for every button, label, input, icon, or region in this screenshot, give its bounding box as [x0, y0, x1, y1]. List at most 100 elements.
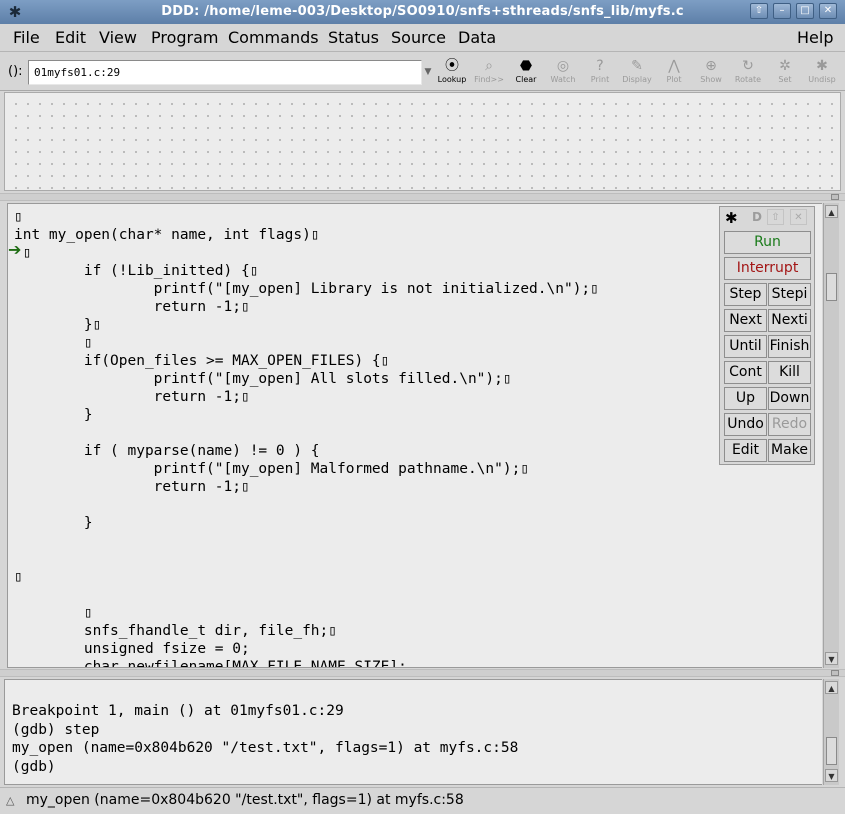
source-line[interactable]	[14, 586, 599, 604]
until-button[interactable]: Until	[724, 335, 767, 358]
source-line[interactable]: int my_open(char* name, int flags)▯	[14, 226, 599, 244]
maximize-icon[interactable]: □	[796, 3, 814, 19]
nexti-button[interactable]: Nexti	[768, 309, 811, 332]
stepi-button[interactable]: Stepi	[768, 283, 811, 306]
show-button[interactable]: ⊕ Show	[693, 57, 729, 87]
find-icon: ⌕	[485, 58, 493, 74]
status-message: my_open (name=0x804b620 "/test.txt", fla…	[26, 792, 464, 808]
source-line[interactable]: return -1;▯	[14, 298, 599, 316]
triangle-indicator-icon[interactable]: △	[6, 794, 14, 807]
source-line[interactable]: return -1;▯	[14, 478, 599, 496]
source-code[interactable]: ▯ int my_open(char* name, int flags)▯ ▯ i…	[14, 208, 599, 667]
source-line[interactable]: }	[14, 406, 599, 424]
console-scrollbar[interactable]: ▲ ▼	[823, 679, 839, 785]
command-tool: ✱ D ⇧ ✕ Run Interrupt Step Stepi Next Ne…	[719, 206, 815, 465]
run-button[interactable]: Run	[724, 231, 811, 254]
undisp-button[interactable]: ✱ Undisp	[804, 57, 840, 87]
find-button[interactable]: ⌕ Find>>	[471, 57, 507, 87]
source-line[interactable]: if ( myparse(name) != 0 ) {	[14, 442, 599, 460]
interrupt-button[interactable]: Interrupt	[724, 257, 811, 280]
command-tool-header[interactable]: ✱ D ⇧ ✕	[720, 207, 814, 229]
menu-file[interactable]: File	[13, 28, 40, 47]
source-line[interactable]: ▯	[14, 568, 599, 586]
scroll-up-icon[interactable]: ▲	[825, 205, 838, 218]
source-line[interactable]: char newfilename[MAX_FILE_NAME_SIZE];	[14, 658, 599, 667]
minimize-icon[interactable]: –	[773, 3, 791, 19]
next-button[interactable]: Next	[724, 309, 767, 332]
up-arrow-icon[interactable]: ⇧	[750, 3, 768, 19]
plot-button[interactable]: ⋀ Plot	[656, 57, 692, 87]
window-titlebar[interactable]: ✱ DDD: /home/leme-003/Desktop/SO0910/snf…	[0, 0, 845, 24]
argument-input[interactable]: 01myfs01.c:29	[28, 60, 422, 85]
source-line[interactable]	[14, 496, 599, 514]
source-line[interactable]: printf("[my_open] Malformed pathname.\n"…	[14, 460, 599, 478]
clear-button[interactable]: ⬣ Clear	[508, 57, 544, 87]
cont-button[interactable]: Cont	[724, 361, 767, 384]
source-line[interactable]: printf("[my_open] Library is not initial…	[14, 280, 599, 298]
menu-edit[interactable]: Edit	[55, 28, 86, 47]
pane-sash[interactable]	[0, 669, 845, 677]
menu-commands[interactable]: Commands	[228, 28, 319, 47]
step-button[interactable]: Step	[724, 283, 767, 306]
finish-button[interactable]: Finish	[768, 335, 811, 358]
lookup-button[interactable]: ⦿ Lookup	[434, 57, 470, 87]
source-line[interactable]: ▯	[14, 208, 599, 226]
source-line[interactable]: ▯	[14, 244, 599, 262]
scrollbar-thumb[interactable]	[826, 273, 837, 301]
data-display-pane[interactable]	[4, 92, 841, 191]
make-button[interactable]: Make	[768, 439, 811, 462]
print-icon: ?	[596, 58, 604, 74]
set-button[interactable]: ✲ Set	[767, 57, 803, 87]
display-button[interactable]: ✎ Display	[619, 57, 655, 87]
gdb-console[interactable]: Breakpoint 1, main () at 01myfs01.c:29 (g…	[4, 679, 822, 785]
chevron-down-icon[interactable]: ▼	[422, 60, 434, 85]
undo-button[interactable]: Undo	[724, 413, 767, 436]
close-icon[interactable]: ✕	[790, 209, 807, 225]
source-line[interactable]: snfs_fhandle_t dir, file_fh;▯	[14, 622, 599, 640]
up-arrow-icon[interactable]: ⇧	[767, 209, 784, 225]
menu-program[interactable]: Program	[151, 28, 219, 47]
menu-view[interactable]: View	[99, 28, 137, 47]
source-line[interactable]	[14, 550, 599, 568]
source-line[interactable]: }	[14, 514, 599, 532]
menu-source[interactable]: Source	[391, 28, 446, 47]
source-line[interactable]: }▯	[14, 316, 599, 334]
source-line[interactable]: if(Open_files >= MAX_OPEN_FILES) {▯	[14, 352, 599, 370]
source-line[interactable]: printf("[my_open] All slots filled.\n");…	[14, 370, 599, 388]
redo-button[interactable]: Redo	[768, 413, 811, 436]
scroll-down-icon[interactable]: ▼	[825, 769, 838, 782]
up-button[interactable]: Up	[724, 387, 767, 410]
source-line[interactable]	[14, 424, 599, 442]
source-line[interactable]: ▯	[14, 604, 599, 622]
kill-button[interactable]: Kill	[768, 361, 811, 384]
scrollbar-thumb[interactable]	[826, 737, 837, 765]
scroll-up-icon[interactable]: ▲	[825, 681, 838, 694]
stop-icon: ⬣	[519, 58, 533, 74]
menu-data[interactable]: Data	[458, 28, 496, 47]
plot-icon: ⋀	[668, 58, 680, 74]
pane-sash[interactable]	[0, 193, 845, 201]
lookup-icon: ⦿	[445, 58, 459, 74]
source-line[interactable]: unsigned fsize = 0;	[14, 640, 599, 658]
scroll-down-icon[interactable]: ▼	[825, 652, 838, 665]
console-output[interactable]: Breakpoint 1, main () at 01myfs01.c:29 (g…	[12, 702, 518, 776]
set-icon: ✲	[779, 58, 791, 74]
source-line[interactable]: if (!Lib_initted) {▯	[14, 262, 599, 280]
source-line[interactable]	[14, 532, 599, 550]
rotate-button[interactable]: ↻ Rotate	[730, 57, 766, 87]
sash-grip[interactable]	[831, 194, 839, 200]
source-line[interactable]: return -1;▯	[14, 388, 599, 406]
sash-grip[interactable]	[831, 670, 839, 676]
source-scrollbar[interactable]: ▲ ▼	[823, 203, 839, 668]
close-icon[interactable]: ✕	[819, 3, 837, 19]
undisp-icon: ✱	[816, 58, 828, 74]
print-button[interactable]: ? Print	[582, 57, 618, 87]
edit-button[interactable]: Edit	[724, 439, 767, 462]
display-icon: ✎	[631, 58, 643, 74]
source-pane[interactable]: ➔ ▯ int my_open(char* name, int flags)▯ ▯…	[7, 203, 822, 668]
watch-button[interactable]: ◎ Watch	[545, 57, 581, 87]
menu-status[interactable]: Status	[328, 28, 379, 47]
menu-help[interactable]: Help	[797, 28, 833, 47]
source-line[interactable]: ▯	[14, 334, 599, 352]
down-button[interactable]: Down	[768, 387, 811, 410]
